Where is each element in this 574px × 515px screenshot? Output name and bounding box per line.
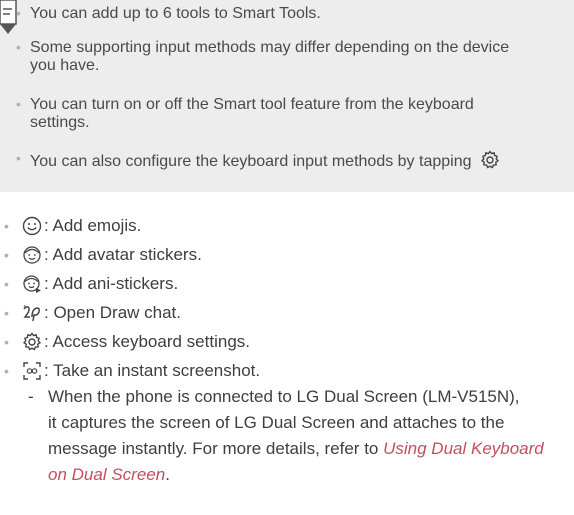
note-item: • You can turn on or off the Smart tool …: [16, 96, 574, 132]
tool-description: : Add avatar stickers.: [44, 245, 202, 264]
sub-note-line: it captures the screen of LG Dual Screen…: [48, 413, 505, 432]
sub-note-text: message instantly. For more details, ref…: [48, 439, 384, 458]
dash-marker: -: [28, 387, 34, 406]
note-text: You can also configure the keyboard inpu…: [30, 153, 472, 170]
settings-gear-icon: [22, 332, 42, 351]
tool-description: : Open Draw chat.: [44, 303, 182, 322]
dual-screen-link[interactable]: on Dual Screen: [48, 465, 165, 484]
bullet: •: [16, 5, 21, 21]
dual-keyboard-link[interactable]: Using Dual Keyboard: [383, 439, 544, 458]
tool-description: : Access keyboard settings.: [44, 332, 250, 351]
sub-note-line: When the phone is connected to LG Dual S…: [48, 387, 520, 406]
note-text: You can add up to 6 tools to Smart Tools…: [30, 5, 321, 22]
note-item: • Some supporting input methods may diff…: [16, 39, 574, 75]
sub-note-line: on Dual Screen.: [48, 463, 170, 487]
tool-description: : Add emojis.: [44, 216, 142, 235]
tool-description: : Add ani-stickers.: [44, 274, 179, 293]
bullet: •: [4, 334, 9, 350]
bullet: •: [4, 218, 9, 234]
note-item: • You can also configure the keyboard in…: [16, 150, 574, 171]
avatar-sticker-icon: [23, 246, 41, 264]
note-text: settings.: [30, 114, 90, 131]
draw-chat-icon: [23, 305, 40, 322]
bullet: •: [16, 39, 21, 55]
bullet: •: [16, 150, 21, 166]
screenshot-icon: [23, 362, 41, 380]
bullet: •: [4, 305, 9, 321]
note-text: You can turn on or off the Smart tool fe…: [30, 96, 474, 113]
ani-sticker-icon: [23, 275, 41, 293]
sub-note-text: .: [165, 465, 170, 484]
bullet: •: [4, 363, 9, 379]
emoji-icon: [22, 216, 42, 236]
manual-page: • You can add up to 6 tools to Smart Too…: [0, 0, 574, 515]
note-box: • You can add up to 6 tools to Smart Too…: [0, 0, 574, 192]
bullet: •: [4, 276, 9, 292]
note-item: • You can add up to 6 tools to Smart Too…: [16, 5, 574, 23]
note-text: you have.: [30, 57, 100, 74]
settings-gear-icon: [480, 150, 500, 169]
tool-description: : Take an instant screenshot.: [44, 361, 261, 380]
sub-note: - When the phone is connected to LG Dual…: [28, 385, 574, 505]
note-text: Some supporting input methods may differ…: [30, 39, 510, 56]
sub-note-line: message instantly. For more details, ref…: [48, 437, 544, 461]
bullet: •: [16, 96, 21, 112]
bullet: •: [4, 247, 9, 263]
